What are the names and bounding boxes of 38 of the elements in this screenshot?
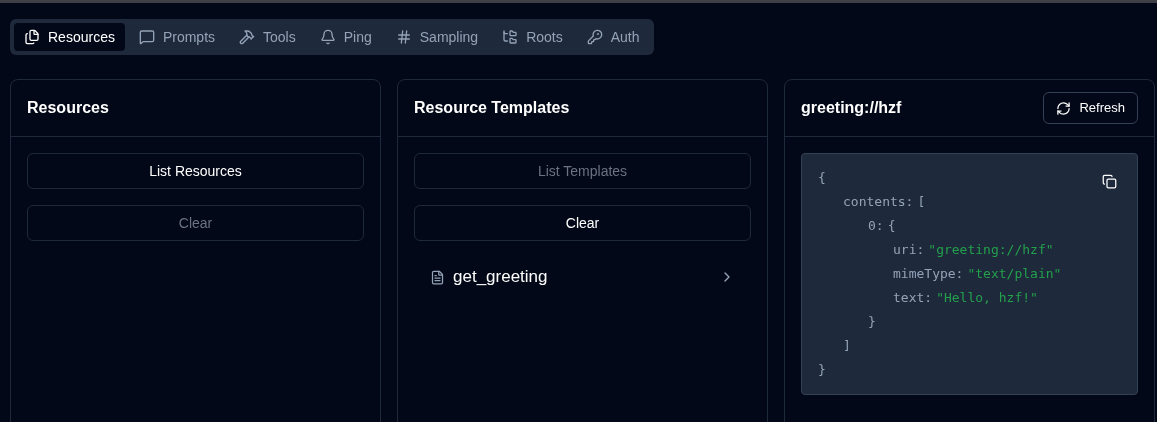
tab[interactable]: Tools	[229, 23, 306, 51]
copy-icon	[1102, 174, 1117, 189]
json-key: 0:	[868, 216, 884, 236]
json-key: contents:	[843, 192, 914, 212]
key-icon	[586, 29, 603, 45]
json-key: mimeType:	[893, 264, 964, 284]
action-button[interactable]: List Resources	[27, 153, 364, 189]
hammer-icon	[239, 29, 256, 45]
json-key: uri:	[893, 240, 925, 260]
json-bracket: {	[887, 217, 896, 236]
tab[interactable]: Auth	[576, 23, 650, 51]
refresh-button[interactable]: Refresh	[1043, 92, 1138, 124]
json-bracket: }	[868, 313, 876, 332]
template-item[interactable]: get_greeting	[414, 257, 751, 297]
json-bracket: [	[917, 193, 926, 212]
panel-title: Resources	[27, 98, 109, 118]
json-bracket: {	[818, 169, 826, 188]
tab[interactable]: Prompts	[128, 23, 226, 51]
message-icon	[138, 29, 155, 45]
tab[interactable]: Roots	[492, 23, 573, 51]
file-icon	[430, 269, 445, 285]
bell-icon	[319, 29, 336, 45]
json-value: "Hello, hzf!"	[936, 289, 1038, 308]
files-icon	[24, 29, 40, 45]
tab[interactable]: Sampling	[385, 23, 489, 51]
refresh-icon	[1056, 100, 1072, 116]
tab[interactable]: Resources	[14, 23, 125, 51]
json-bracket: ]	[843, 337, 851, 356]
hash-icon	[395, 29, 412, 45]
tree-icon	[502, 29, 519, 45]
tab[interactable]: Ping	[309, 23, 382, 51]
action-button[interactable]: Clear	[414, 205, 751, 241]
json-value: "text/plain"	[967, 265, 1062, 284]
json-key: text:	[893, 288, 933, 308]
panel-title: greeting://hzf	[801, 98, 902, 118]
panel-title: Resource Templates	[414, 98, 570, 118]
json-bracket: }	[818, 361, 826, 380]
json-value: "greeting://hzf"	[928, 241, 1054, 260]
